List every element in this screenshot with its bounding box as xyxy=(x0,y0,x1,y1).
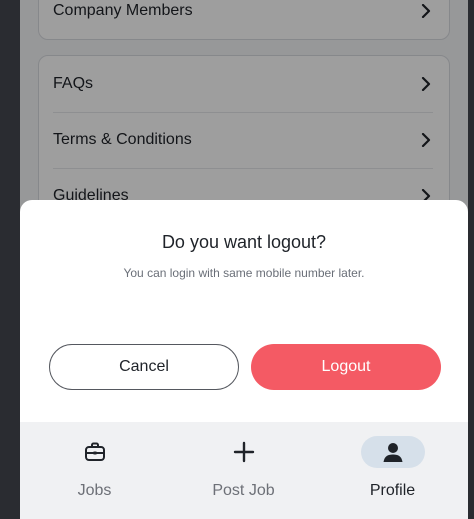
person-icon xyxy=(383,443,402,462)
post-job-icon-container xyxy=(212,436,276,468)
tab-label-profile: Profile xyxy=(369,482,416,499)
device-frame-left xyxy=(0,0,20,519)
tab-post-job[interactable]: Post Job xyxy=(169,422,318,519)
device-frame-right xyxy=(468,0,474,519)
tab-profile[interactable]: Profile xyxy=(318,422,467,519)
profile-icon-container xyxy=(360,436,425,468)
phone-screen: Company Members FAQs Terms & Conditions … xyxy=(20,0,468,519)
jobs-icon-container xyxy=(63,436,127,468)
tab-label-post-job: Post Job xyxy=(212,482,275,499)
cancel-button[interactable]: Cancel xyxy=(49,344,239,390)
tab-label-jobs: Jobs xyxy=(77,482,112,499)
dialog-subtitle: You can login with same mobile number la… xyxy=(123,266,365,280)
tab-jobs[interactable]: Jobs xyxy=(20,422,169,519)
briefcase-icon xyxy=(84,442,105,461)
dialog-title: Do you want logout? xyxy=(161,232,327,252)
plus-icon xyxy=(233,441,254,463)
logout-dialog: Do you want logout? You can login with s… xyxy=(20,200,468,422)
logout-button[interactable]: Logout xyxy=(251,344,441,390)
bottom-tab-bar: Jobs Post Job Profile xyxy=(20,422,468,519)
